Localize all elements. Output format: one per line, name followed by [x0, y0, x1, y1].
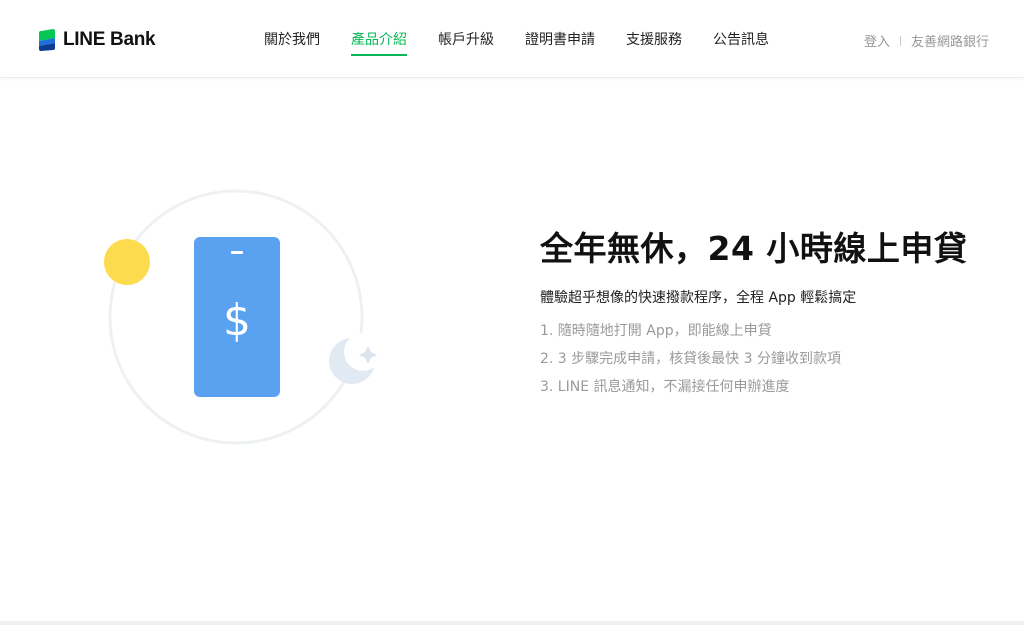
- line-bank-logo-icon: [39, 29, 55, 51]
- hero-content: 全年無休，24 小時線上申貸 體驗超乎想像的快速撥款程序，全程 App 輕鬆搞定…: [540, 226, 1010, 405]
- utility-links: 登入 友善網路銀行: [864, 31, 989, 50]
- hero-subtitle: 體驗超乎想像的快速撥款程序，全程 App 輕鬆搞定: [540, 290, 857, 306]
- step-item: 2. 3 步驟完成申請，核貸後最快 3 分鐘收到款項: [540, 351, 841, 367]
- nav-item-products[interactable]: 產品介紹: [351, 30, 407, 56]
- brand-name: LINE Bank: [63, 29, 156, 50]
- nav-item-account-upgrade[interactable]: 帳戶升級: [438, 30, 494, 54]
- step-item: 3. LINE 訊息通知，不漏接任何申辦進度: [540, 379, 790, 395]
- login-link[interactable]: 登入: [864, 31, 890, 50]
- step-item: 1. 隨時隨地打開 App，即能線上申貸: [540, 323, 772, 339]
- utility-divider: [899, 35, 901, 46]
- feature-steps: 1. 隨時隨地打開 App，即能線上申貸 2. 3 步驟完成申請，核貸後最快 3…: [540, 321, 1010, 397]
- sun-icon: [104, 239, 150, 285]
- illustration-svg: $: [104, 189, 382, 445]
- section-divider: [0, 621, 1024, 625]
- nav-item-certificate[interactable]: 證明書申請: [525, 30, 595, 54]
- friendly-banking-link[interactable]: 友善網路銀行: [911, 31, 989, 50]
- hero-illustration: $: [100, 180, 385, 455]
- moon-icon: [329, 333, 382, 384]
- nav-item-announcements[interactable]: 公告訊息: [713, 30, 769, 54]
- nav-item-about[interactable]: 關於我們: [264, 30, 320, 54]
- phone-speaker: [231, 251, 243, 254]
- dollar-icon: $: [223, 295, 251, 346]
- hero-title: 全年無休，24 小時線上申貸: [540, 229, 968, 268]
- main-nav: 關於我們 產品介紹 帳戶升級 證明書申請 支援服務 公告訊息: [264, 30, 769, 56]
- brand-logo[interactable]: LINE Bank: [38, 28, 156, 52]
- nav-item-support[interactable]: 支援服務: [626, 30, 682, 54]
- site-header: LINE Bank 關於我們 產品介紹 帳戶升級 證明書申請 支援服務 公告訊息…: [0, 0, 1024, 78]
